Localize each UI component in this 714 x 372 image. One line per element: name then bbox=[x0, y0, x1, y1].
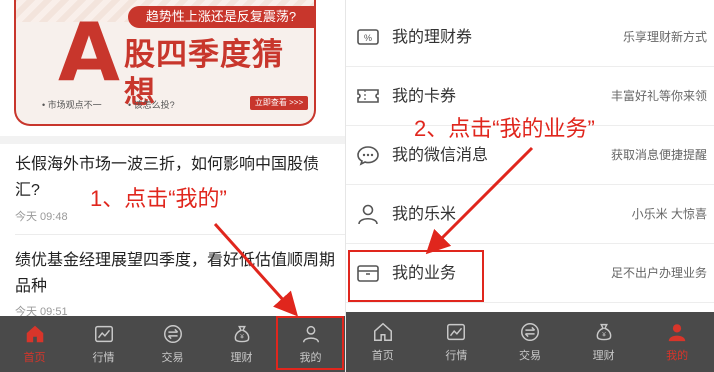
menu-item-desc: 足不出户办理业务 bbox=[610, 266, 707, 280]
tab-label: 我的 bbox=[666, 350, 689, 362]
banner-big-letter: A bbox=[58, 13, 124, 93]
wechat-icon bbox=[357, 146, 379, 166]
menu-item-desc: 小乐米 大惊喜 bbox=[631, 207, 707, 221]
menu-item-label: 我的业务 bbox=[392, 265, 457, 282]
menu-item-desc: 获取消息便捷提醒 bbox=[610, 148, 707, 162]
tab-mine[interactable]: 我的 bbox=[640, 312, 714, 372]
exchange-icon bbox=[521, 323, 539, 341]
menu-item-my-business[interactable]: 我的业务 足不出户办理业务 bbox=[346, 244, 714, 303]
tutorial-image: 趋势性上涨还是反复震荡? A 股四季度猜想 • 市场观点不一 • 该怎么投? 立… bbox=[0, 0, 714, 372]
tab-home[interactable]: 首页 bbox=[346, 312, 420, 372]
chart-icon bbox=[94, 325, 113, 343]
tab-label: 理财 bbox=[592, 350, 615, 362]
exchange-icon bbox=[163, 325, 182, 343]
tab-label: 首页 bbox=[371, 350, 394, 362]
menu-item-label: 我的理财券 bbox=[392, 29, 473, 46]
svg-text:%: % bbox=[364, 33, 372, 43]
banner-bullet: • 该怎么投? bbox=[128, 100, 175, 110]
section-divider bbox=[0, 136, 345, 144]
money-bag-icon: ¥ bbox=[596, 323, 611, 341]
tab-home[interactable]: 首页 bbox=[0, 316, 69, 372]
ticket-icon bbox=[357, 89, 379, 103]
promo-banner[interactable]: 趋势性上涨还是反复震荡? A 股四季度猜想 • 市场观点不一 • 该怎么投? 立… bbox=[14, 0, 316, 126]
tab-trade[interactable]: 交易 bbox=[138, 316, 207, 372]
svg-text:¥: ¥ bbox=[602, 332, 606, 339]
menu-item-desc: 丰富好礼等你来领 bbox=[610, 89, 707, 103]
home-icon bbox=[373, 322, 392, 341]
step2-annotation: 2、点击“我的业务” bbox=[414, 116, 595, 141]
coupon-icon: % bbox=[357, 29, 379, 45]
person-icon bbox=[358, 204, 378, 225]
tab-market[interactable]: 行情 bbox=[420, 312, 494, 372]
svg-text:¥: ¥ bbox=[240, 334, 244, 341]
banner-headline: 趋势性上涨还是反复震荡? bbox=[128, 6, 314, 28]
tab-label: 交易 bbox=[518, 350, 541, 362]
bottom-tab-bar: 首页 行情 交易 ¥ 理财 我的 bbox=[346, 312, 714, 372]
news-item-title[interactable]: 绩优基金经理展望四季度，看好低估值顺周期品种 bbox=[15, 248, 335, 300]
step1-annotation: 1、点击“我的” bbox=[90, 186, 227, 211]
tab-label: 首页 bbox=[23, 352, 46, 364]
tab-wealth[interactable]: ¥ 理财 bbox=[207, 316, 276, 372]
tab-label: 交易 bbox=[161, 352, 184, 364]
news-item-time: 今天 09:48 bbox=[15, 211, 68, 223]
tab-mine[interactable]: 我的 bbox=[276, 316, 345, 372]
list-separator bbox=[15, 234, 345, 235]
menu-item-finance-coupon[interactable]: % 我的理财券 乐享理财新方式 bbox=[346, 8, 714, 67]
tab-label: 我的 bbox=[299, 352, 322, 364]
bottom-tab-bar: 首页 行情 交易 ¥ 理财 我的 bbox=[0, 316, 345, 372]
banner-view-button[interactable]: 立即查看 >>> bbox=[250, 96, 308, 110]
tab-label: 理财 bbox=[230, 352, 253, 364]
user-icon bbox=[302, 325, 319, 343]
tab-label: 行情 bbox=[92, 352, 115, 364]
user-icon bbox=[668, 324, 686, 342]
menu-item-lemi[interactable]: 我的乐米 小乐米 大惊喜 bbox=[346, 185, 714, 244]
menu-item-desc: 乐享理财新方式 bbox=[622, 30, 707, 44]
tab-label: 行情 bbox=[445, 350, 468, 362]
tab-market[interactable]: 行情 bbox=[69, 316, 138, 372]
tab-wealth[interactable]: ¥ 理财 bbox=[567, 312, 641, 372]
briefcase-icon bbox=[357, 265, 379, 282]
money-bag-icon: ¥ bbox=[234, 325, 249, 343]
menu-item-label: 我的乐米 bbox=[392, 206, 457, 223]
tab-trade[interactable]: 交易 bbox=[493, 312, 567, 372]
home-screen: 趋势性上涨还是反复震荡? A 股四季度猜想 • 市场观点不一 • 该怎么投? 立… bbox=[0, 0, 345, 372]
home-icon bbox=[26, 325, 43, 343]
chart-icon bbox=[447, 323, 466, 341]
mine-screen: % 我的理财券 乐享理财新方式 我的卡券 丰富好礼等你来领 我的微信消息 获取消… bbox=[345, 0, 714, 372]
banner-bullet: • 市场观点不一 bbox=[42, 100, 102, 110]
